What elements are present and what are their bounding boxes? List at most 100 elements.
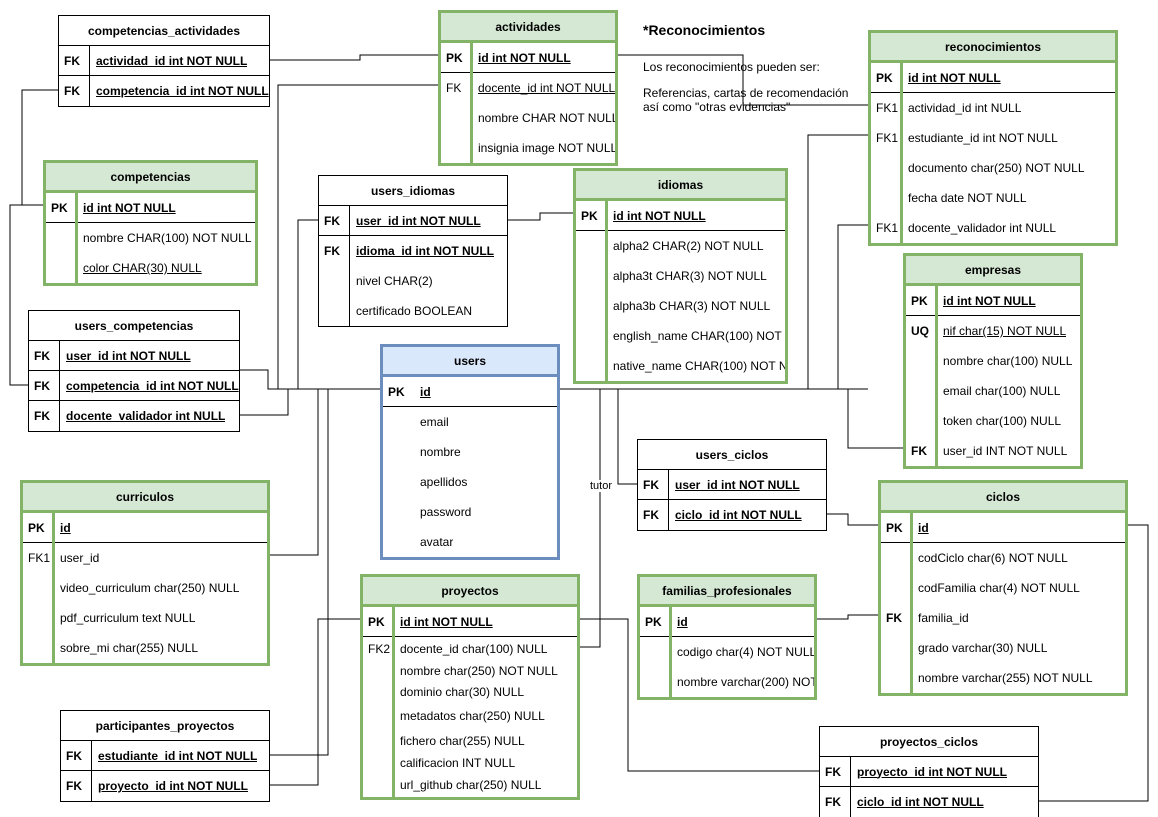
- table-row[interactable]: FK docente_id int NOT NULL: [441, 73, 615, 103]
- table-row[interactable]: FK proyecto_id int NOT NULL: [820, 757, 1038, 787]
- table-row[interactable]: FK user_id INT NOT NULL: [906, 436, 1080, 466]
- table-title: users: [383, 347, 557, 377]
- table-row[interactable]: PK id: [640, 607, 814, 637]
- table-row[interactable]: nombre: [383, 437, 557, 467]
- table-row[interactable]: FK docente_validador int NULL: [29, 401, 239, 431]
- table-reconocimientos[interactable]: reconocimientos PK id int NOT NULL FK1 activ…: [868, 30, 1118, 246]
- table-row[interactable]: FK proyecto_id int NOT NULL: [61, 771, 269, 801]
- table-row[interactable]: apellidos: [383, 467, 557, 497]
- table-row[interactable]: FK familia_id: [881, 603, 1125, 633]
- table-row[interactable]: codFamilia char(4) NOT NULL: [881, 573, 1125, 603]
- table-row[interactable]: FK competencia_id int NOT NULL: [59, 76, 269, 106]
- table-row[interactable]: nombre varchar(200) NOT NULL: [640, 667, 814, 697]
- key-label: [881, 573, 911, 603]
- table-row[interactable]: documento char(250) NOT NULL: [871, 153, 1115, 183]
- table-row[interactable]: FK user_id int NOT NULL: [638, 470, 826, 500]
- table-row[interactable]: pdf_curriculum text NULL: [23, 603, 267, 633]
- field-label: nombre char(100) NULL: [943, 354, 1073, 368]
- table-row[interactable]: FK ciclo_id int NOT NULL: [820, 787, 1038, 817]
- table-curriculos[interactable]: curriculos PK id FK1 user_id video_curriculum…: [20, 480, 270, 666]
- table-row[interactable]: insignia image NOT NULL: [441, 133, 615, 163]
- table-title: ciclos: [881, 483, 1125, 513]
- table-row[interactable]: FK actividad_id int NOT NULL: [59, 46, 269, 76]
- table-proyectos[interactable]: proyectos PK id int NOT NULL FK2 docente_id …: [360, 574, 580, 800]
- table-users-competencias[interactable]: users_competencias FK user_id int NOT NULL…: [28, 310, 240, 432]
- table-users[interactable]: users PK id email nombre apellidos password ava…: [380, 344, 560, 560]
- table-row[interactable]: FK1 actividad_id int NULL: [871, 93, 1115, 123]
- table-row[interactable]: nombre CHAR NOT NULL: [441, 103, 615, 133]
- table-empresas[interactable]: empresas PK id int NOT NULL UQ nif char(15) …: [903, 253, 1083, 469]
- table-row[interactable]: dominio char(30) NULL: [363, 681, 577, 703]
- note-line: Referencias, cartas de recomendación: [643, 86, 849, 100]
- table-row[interactable]: password: [383, 497, 557, 527]
- table-competencias-actividades[interactable]: competencias_actividades FK actividad_id i…: [58, 15, 270, 107]
- table-row[interactable]: certificado BOOLEAN: [319, 296, 507, 326]
- table-row[interactable]: FK idioma_id int NOT NULL: [319, 236, 507, 266]
- relation-label-tutor: tutor: [590, 480, 613, 492]
- relationship-line: [270, 389, 319, 556]
- table-row[interactable]: FK1 estudiante_id int NOT NULL: [871, 123, 1115, 153]
- field-label: user_id INT NOT NULL: [943, 444, 1068, 458]
- key-label: FK: [34, 378, 50, 393]
- table-idiomas[interactable]: idiomas PK id int NOT NULL alpha2 CHAR(2) N…: [573, 168, 788, 384]
- field-label: alpha3b CHAR(3) NOT NULL: [613, 299, 771, 313]
- table-users-idiomas[interactable]: users_idiomas FK user_id int NOT NULL FK idi…: [318, 175, 508, 327]
- table-ciclos[interactable]: ciclos PK id codCiclo char(6) NOT NULL codFa…: [878, 480, 1128, 696]
- key-label: PK: [51, 200, 68, 215]
- table-row[interactable]: email: [383, 407, 557, 437]
- table-participantes-proyectos[interactable]: participantes_proyectos FK estudiante_id i…: [60, 710, 270, 802]
- table-row[interactable]: nivel CHAR(2): [319, 266, 507, 296]
- table-row[interactable]: PK id: [881, 513, 1125, 543]
- field-label: nif char(15) NOT NULL: [943, 324, 1067, 338]
- table-row[interactable]: nombre char(100) NULL: [906, 346, 1080, 376]
- table-row[interactable]: video_curriculum char(250) NULL: [23, 573, 267, 603]
- table-row[interactable]: email char(100) NULL: [906, 376, 1080, 406]
- table-actividades[interactable]: actividades PK id int NOT NULL FK docente_id…: [438, 10, 618, 166]
- table-proyectos-ciclos[interactable]: proyectos_ciclos FK proyecto_id int NOT NU…: [819, 726, 1039, 817]
- table-row[interactable]: fecha date NOT NULL: [871, 183, 1115, 213]
- table-familias-profesionales[interactable]: familias_profesionales PK id codigo char(4)…: [637, 574, 817, 700]
- table-row[interactable]: FK user_id int NOT NULL: [29, 341, 239, 371]
- field-label: apellidos: [420, 475, 468, 489]
- table-row[interactable]: PK id int NOT NULL: [363, 607, 577, 637]
- table-row[interactable]: calificacion INT NULL: [363, 753, 577, 773]
- table-users-ciclos[interactable]: users_ciclos FK user_id int NOT NULL FK cicl…: [637, 439, 827, 531]
- note-title: *Reconocimientos: [643, 22, 766, 38]
- table-row[interactable]: FK1 docente_validador int NULL: [871, 213, 1115, 243]
- table-row[interactable]: FK2 docente_id char(100) NULL: [363, 637, 577, 661]
- table-row[interactable]: metadatos char(250) NULL: [363, 703, 577, 729]
- table-row[interactable]: FK ciclo_id int NOT NULL: [638, 500, 826, 530]
- table-row[interactable]: nombre varchar(255) NOT NULL: [881, 663, 1125, 693]
- table-row[interactable]: codCiclo char(6) NOT NULL: [881, 543, 1125, 573]
- key-label: [383, 527, 413, 557]
- table-row[interactable]: PK id: [23, 513, 267, 543]
- field-label: id: [677, 614, 688, 629]
- table-row[interactable]: PK id int NOT NULL: [871, 63, 1115, 93]
- table-row[interactable]: nombre char(250) NOT NULL: [363, 661, 577, 681]
- table-row[interactable]: sobre_mi char(255) NULL: [23, 633, 267, 663]
- key-label: [871, 183, 901, 213]
- table-competencias[interactable]: competencias PK id int NOT NULL nombre CHAR…: [43, 160, 258, 286]
- table-row[interactable]: FK competencia_id int NOT NULL: [29, 371, 239, 401]
- key-label: PK: [388, 384, 405, 399]
- key-label: FK: [324, 213, 340, 228]
- table-row[interactable]: PK id int NOT NULL: [441, 43, 615, 73]
- key-label: PK: [446, 50, 463, 65]
- table-row[interactable]: fichero char(255) NULL: [363, 729, 577, 753]
- table-title: actividades: [441, 13, 615, 43]
- table-row[interactable]: avatar: [383, 527, 557, 557]
- table-row[interactable]: PK id int NOT NULL: [906, 286, 1080, 316]
- key-label: FK: [34, 409, 50, 423]
- relationship-line: [270, 54, 438, 61]
- table-row[interactable]: FK1 user_id: [23, 543, 267, 573]
- table-row[interactable]: UQ nif char(15) NOT NULL: [906, 316, 1080, 346]
- table-row[interactable]: PK id: [383, 377, 557, 407]
- table-row[interactable]: token char(100) NULL: [906, 406, 1080, 436]
- table-row[interactable]: codigo char(4) NOT NULL: [640, 637, 814, 667]
- field-label: id: [918, 520, 929, 535]
- table-row[interactable]: grado varchar(30) NULL: [881, 633, 1125, 663]
- key-label: PK: [581, 208, 598, 223]
- table-row[interactable]: url_github char(250) NULL: [363, 773, 577, 797]
- table-row[interactable]: FK estudiante_id int NOT NULL: [61, 741, 269, 771]
- table-row[interactable]: FK user_id int NOT NULL: [319, 206, 507, 236]
